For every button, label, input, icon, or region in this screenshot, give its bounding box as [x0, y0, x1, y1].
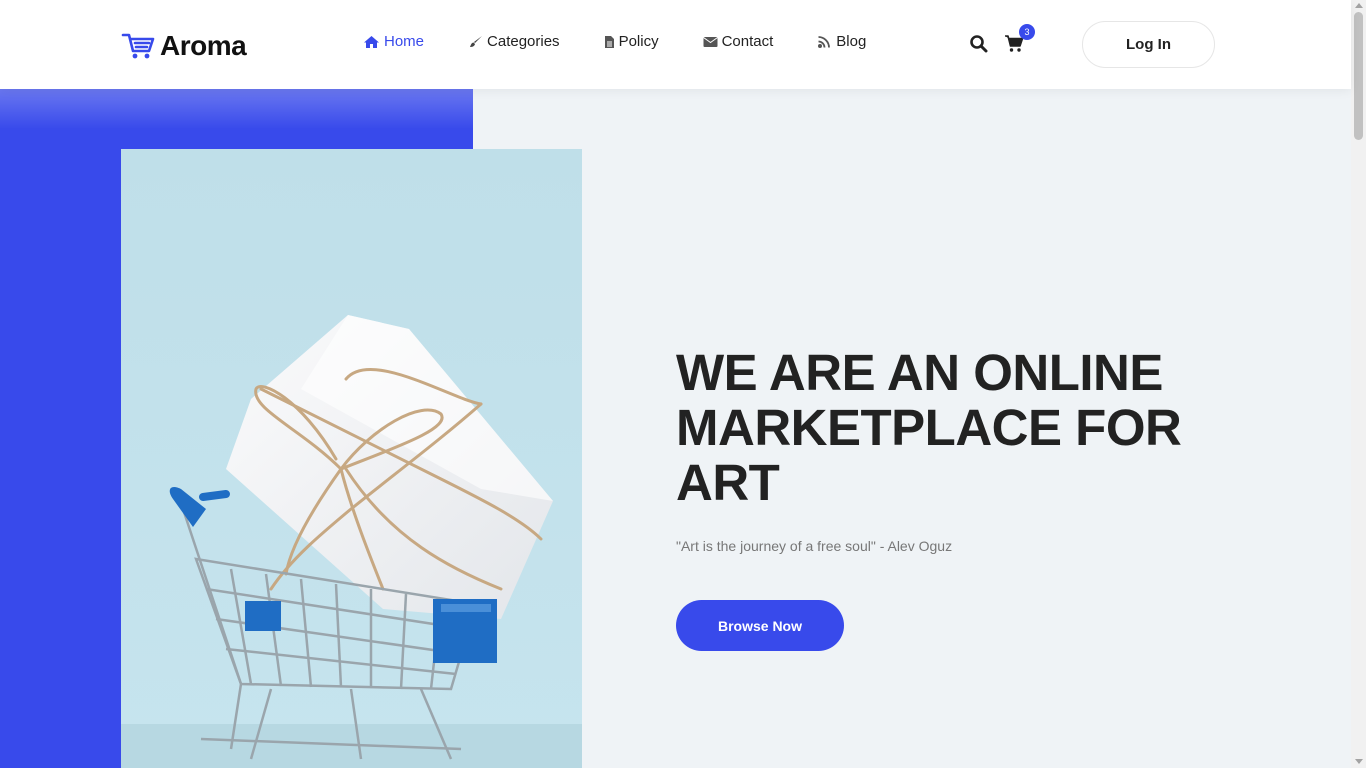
search-icon[interactable]	[969, 34, 988, 53]
nav-label: Contact	[721, 33, 774, 50]
nav-item-home[interactable]: Home	[363, 33, 424, 50]
scroll-up-icon[interactable]	[1355, 3, 1363, 8]
nav-item-categories[interactable]: Categories	[468, 33, 560, 50]
shopping-cart-with-gift-box	[121, 149, 582, 768]
cart-count-badge: 3	[1019, 24, 1035, 40]
nav-item-policy[interactable]: Policy	[604, 33, 659, 50]
nav-label: Blog	[836, 33, 867, 50]
nav-label: Home	[384, 33, 425, 50]
nav-item-blog[interactable]: Blog	[817, 33, 866, 50]
cart-logo-icon	[121, 33, 155, 59]
brand-logo[interactable]: Aroma	[121, 30, 247, 62]
hero-title: WE ARE AN ONLINE MARKETPLACE FOR ART	[676, 344, 1182, 511]
scroll-down-icon[interactable]	[1355, 759, 1363, 764]
hero-image	[121, 149, 582, 768]
brand-name: Aroma	[160, 30, 247, 61]
header-shadow	[0, 89, 473, 129]
browse-now-button[interactable]: Browse Now	[676, 600, 844, 651]
login-button[interactable]: Log In	[1082, 21, 1215, 68]
nav-label: Policy	[618, 33, 659, 50]
nav-item-contact[interactable]: Contact	[702, 33, 774, 50]
site-header: Aroma Home Categories Policy Contact Blo…	[0, 0, 1351, 89]
envelope-icon	[702, 36, 718, 47]
rss-icon	[818, 35, 831, 48]
hero-quote: "Art is the journey of a free soul" - Al…	[676, 538, 953, 554]
home-icon	[364, 35, 379, 48]
brush-icon	[470, 35, 483, 47]
page-scrollbar[interactable]	[1351, 0, 1366, 768]
nav-label: Categories	[487, 33, 560, 50]
main-nav: Home Categories Policy Contact Blog	[363, 33, 910, 50]
document-icon	[604, 35, 614, 48]
scroll-thumb[interactable]	[1354, 12, 1363, 140]
